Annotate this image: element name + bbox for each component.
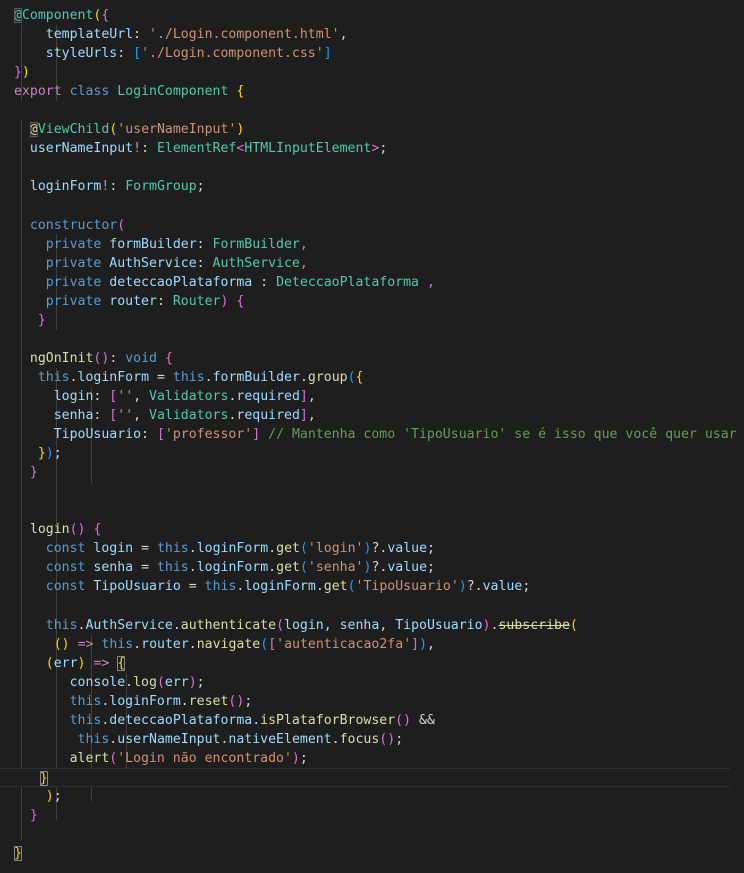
code-line[interactable]: styleUrls: ['./Login.component.css'] xyxy=(0,44,744,63)
code-line[interactable]: } xyxy=(0,844,744,863)
code-line-5: export class LoginComponent { xyxy=(14,84,245,100)
code-line[interactable]: } xyxy=(0,806,744,825)
code-line[interactable]: TipoUsuario: ['professor'] // Mantenha c… xyxy=(0,425,744,444)
code-line[interactable]: loginForm!: FormGroup; xyxy=(0,177,744,196)
occurrence-highlight: @ xyxy=(14,8,22,23)
code-line[interactable] xyxy=(0,596,744,615)
code-line[interactable]: } xyxy=(0,311,744,330)
code-line[interactable]: private router: Router) { xyxy=(0,292,744,311)
code-line[interactable]: ngOnInit(): void { xyxy=(0,349,744,368)
class-closing-brace: } xyxy=(14,846,22,862)
code-line-33: this.AuthService.authenticate(login, sen… xyxy=(45,617,578,633)
code-line[interactable] xyxy=(0,158,744,177)
code-line-30: const senha = this.loginForm.get('senha'… xyxy=(45,560,435,576)
code-line[interactable]: @ViewChild('userNameInput') xyxy=(0,120,744,139)
code-line[interactable]: this.AuthService.authenticate(login, sen… xyxy=(0,616,744,635)
code-line[interactable]: }); xyxy=(0,444,744,463)
code-line-37: this.loginForm.reset(); xyxy=(69,693,253,709)
code-line-19: ngOnInit(): void { xyxy=(29,350,173,366)
code-line[interactable]: const TipoUsuario = this.loginForm.get('… xyxy=(0,577,744,596)
code-line[interactable] xyxy=(0,825,744,844)
code-line-43: } xyxy=(29,807,38,823)
bracket-match-open: { xyxy=(117,655,126,671)
code-line-22: senha: ['', Validators.required], xyxy=(53,407,316,423)
code-line-3: styleUrls: ['./Login.component.css'] xyxy=(45,46,332,62)
code-line-34: () => this.router.navigate(['autenticaca… xyxy=(53,636,435,652)
code-line[interactable]: this.deteccaoPlataforma.isPlataforBrowse… xyxy=(0,711,744,730)
code-line-40: alert('Login não encontrado'); xyxy=(69,750,308,766)
code-line-29: const login = this.loginForm.get('login'… xyxy=(45,541,435,557)
code-line-35: (err) => { xyxy=(45,655,126,671)
code-line[interactable] xyxy=(0,482,744,501)
code-line-2: templateUrl: './Login.component.html', xyxy=(45,27,348,43)
code-line-1: @Component({ xyxy=(14,8,110,23)
code-line-25: } xyxy=(29,465,38,481)
code-line[interactable]: }) xyxy=(0,63,744,82)
code-line-15: private deteccaoPlataforma : DeteccaoPla… xyxy=(45,274,435,290)
code-line-current[interactable]: } xyxy=(0,767,730,788)
code-line-31: const TipoUsuario = this.loginForm.get('… xyxy=(45,579,531,595)
code-line-45: } xyxy=(14,844,22,863)
code-editor[interactable]: @Component({ templateUrl: './Login.compo… xyxy=(0,0,744,873)
code-line[interactable]: constructor( xyxy=(0,216,744,235)
code-line[interactable]: this.loginForm = this.formBuilder.group(… xyxy=(0,368,744,387)
occurrence-highlight: @ xyxy=(29,122,38,138)
code-line-13: private formBuilder: FormBuilder, xyxy=(45,236,308,252)
code-line[interactable]: senha: ['', Validators.required], xyxy=(0,406,744,425)
code-line[interactable]: const senha = this.loginForm.get('senha'… xyxy=(0,558,744,577)
code-line-41: } xyxy=(0,769,48,788)
code-line[interactable]: @Component({ xyxy=(0,6,744,25)
code-line[interactable]: alert('Login não encontrado'); xyxy=(0,749,744,768)
code-line[interactable] xyxy=(0,196,744,215)
code-line[interactable]: login: ['', Validators.required], xyxy=(0,387,744,406)
code-line-36: console.log(err); xyxy=(69,674,205,690)
code-line[interactable]: export class LoginComponent { xyxy=(0,82,744,101)
code-line[interactable]: userNameInput!: ElementRef<HTMLInputElem… xyxy=(0,139,744,158)
code-line[interactable]: private deteccaoPlataforma : DeteccaoPla… xyxy=(0,273,744,292)
code-line-28: login() { xyxy=(29,522,102,538)
code-line-20: this.loginForm = this.formBuilder.group(… xyxy=(37,369,364,385)
code-line-39: this.userNameInput.nativeElement.focus()… xyxy=(77,731,404,747)
code-line-10: loginForm!: FormGroup; xyxy=(29,179,205,195)
code-line[interactable] xyxy=(0,501,744,520)
code-line[interactable]: () => this.router.navigate(['autenticaca… xyxy=(0,635,744,654)
deprecated-symbol: subscribe xyxy=(498,617,570,633)
code-line-38: this.deteccaoPlataforma.isPlataforBrowse… xyxy=(69,712,435,728)
code-line-4: }) xyxy=(14,65,30,81)
code-line[interactable]: (err) => { xyxy=(0,654,744,673)
code-line-23: TipoUsuario: ['professor'] // Mantenha c… xyxy=(53,427,737,443)
code-line-12: constructor( xyxy=(29,217,126,233)
code-line[interactable]: this.userNameInput.nativeElement.focus()… xyxy=(0,730,744,749)
code-line-8: userNameInput!: ElementRef<HTMLInputElem… xyxy=(29,141,388,157)
code-line-16: private router: Router) { xyxy=(45,293,245,309)
code-line-14: private AuthService: AuthService, xyxy=(45,255,308,271)
code-line[interactable]: const login = this.loginForm.get('login'… xyxy=(0,539,744,558)
code-line[interactable]: } xyxy=(0,463,744,482)
code-line-42: ); xyxy=(45,788,62,804)
code-line[interactable]: login() { xyxy=(0,520,744,539)
code-line[interactable]: private AuthService: AuthService, xyxy=(0,254,744,273)
code-line-21: login: ['', Validators.required], xyxy=(53,388,316,404)
code-line[interactable]: ); xyxy=(0,787,744,806)
code-line-7: @ViewChild('userNameInput') xyxy=(29,122,245,138)
code-line-24: }); xyxy=(37,446,62,462)
code-line[interactable]: console.log(err); xyxy=(0,673,744,692)
code-line[interactable] xyxy=(0,330,744,349)
code-line[interactable] xyxy=(0,101,744,120)
bracket-match-close: } xyxy=(39,770,48,786)
code-line[interactable]: private formBuilder: FormBuilder, xyxy=(0,235,744,254)
code-line[interactable]: templateUrl: './Login.component.html', xyxy=(0,25,744,44)
code-line-17: } xyxy=(37,312,46,328)
code-line[interactable]: this.loginForm.reset(); xyxy=(0,692,744,711)
